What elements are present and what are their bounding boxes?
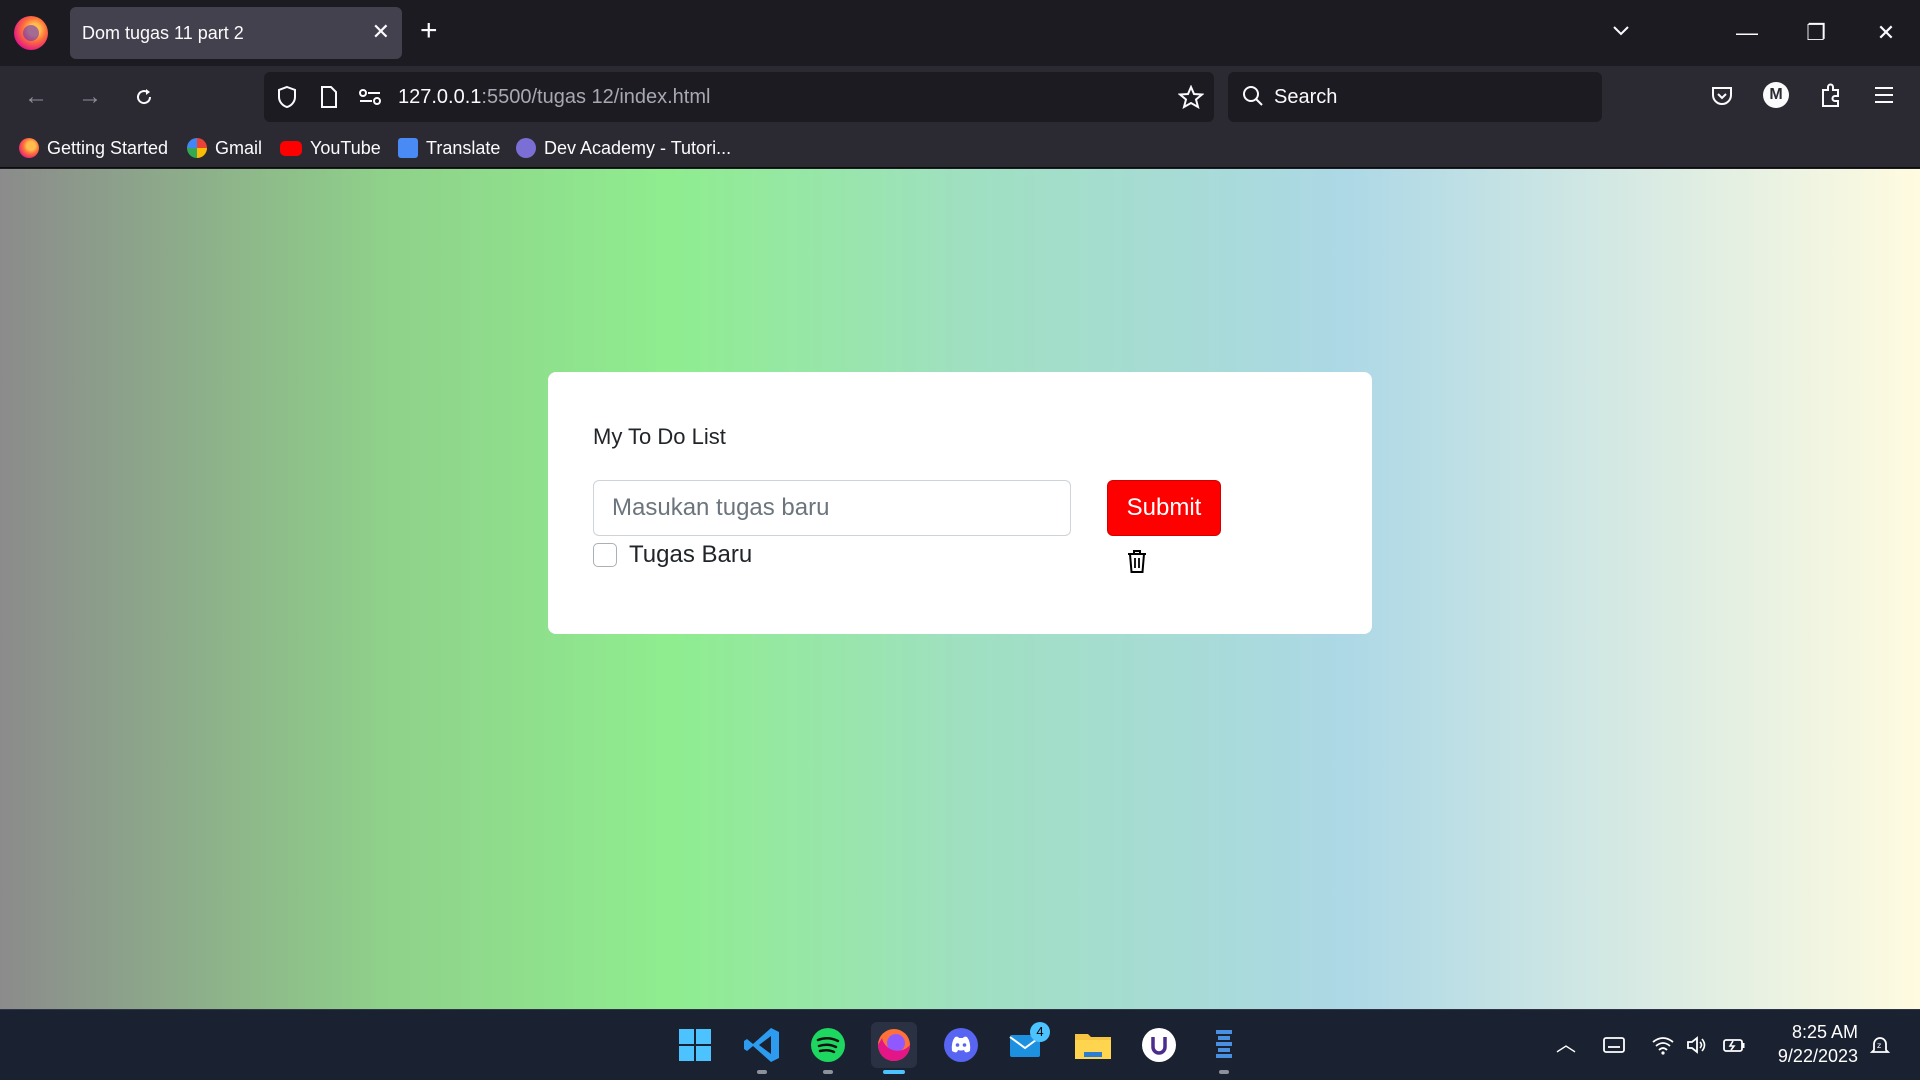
bookmark-translate[interactable]: Translate bbox=[398, 136, 500, 160]
youtube-icon bbox=[280, 140, 302, 156]
bookmark-label: Gmail bbox=[215, 137, 263, 158]
url-host: 127.0.0.1 bbox=[398, 86, 482, 108]
bookmark-label: Dev Academy - Tutori... bbox=[544, 137, 732, 158]
svg-text:z: z bbox=[1877, 1041, 1881, 1050]
chevron-up-icon[interactable]: ︿ bbox=[1554, 1034, 1578, 1056]
dev-academy-icon bbox=[516, 138, 536, 158]
forward-arrow-icon[interactable]: → bbox=[73, 80, 107, 114]
tab-close-icon[interactable]: ✕ bbox=[372, 19, 390, 45]
battery-icon[interactable] bbox=[1722, 1034, 1746, 1056]
reload-icon[interactable] bbox=[127, 80, 161, 114]
task-label: Tugas Baru bbox=[629, 541, 753, 568]
file-explorer-icon[interactable] bbox=[1070, 1022, 1116, 1068]
search-icon bbox=[1243, 86, 1263, 106]
chevron-down-icon[interactable] bbox=[1612, 22, 1630, 40]
account-avatar[interactable]: M bbox=[1763, 82, 1789, 108]
url-path: :5500/tugas 12/index.html bbox=[481, 86, 711, 108]
permissions-icon[interactable] bbox=[358, 87, 382, 107]
tab-active[interactable]: Dom tugas 11 part 2 ✕ bbox=[70, 7, 402, 59]
task-item: Tugas Baru bbox=[593, 539, 752, 571]
tab-title: Dom tugas 11 part 2 bbox=[82, 23, 244, 43]
extensions-icon[interactable] bbox=[1819, 82, 1843, 108]
spotify-icon[interactable] bbox=[805, 1022, 851, 1074]
bookmark-label: Translate bbox=[426, 137, 501, 158]
page-viewport: My To Do List Submit Tugas Baru bbox=[0, 169, 1920, 1009]
navigation-toolbar: ← → 127.0.0.1:5500/tugas 12/index.html S… bbox=[0, 66, 1920, 128]
bookmark-getting-started[interactable]: Getting Started bbox=[19, 136, 168, 160]
running-indicator bbox=[757, 1070, 767, 1074]
shield-icon[interactable] bbox=[276, 85, 298, 109]
clock-date: 9/22/2023 bbox=[1777, 1046, 1858, 1066]
minimize-button[interactable]: — bbox=[1732, 18, 1762, 48]
bookmark-gmail[interactable]: Gmail bbox=[187, 136, 262, 160]
pocket-icon[interactable] bbox=[1710, 84, 1734, 108]
search-placeholder: Search bbox=[1274, 86, 1338, 108]
bookmark-dev-academy[interactable]: Dev Academy - Tutori... bbox=[516, 136, 731, 160]
discord-icon[interactable] bbox=[938, 1022, 984, 1068]
address-bar[interactable]: 127.0.0.1:5500/tugas 12/index.html bbox=[264, 72, 1214, 122]
task-checkbox[interactable] bbox=[593, 543, 617, 567]
bookmark-label: Getting Started bbox=[47, 137, 169, 158]
trash-icon[interactable] bbox=[1125, 548, 1149, 574]
translate-icon bbox=[398, 138, 418, 158]
firefox-taskbar-icon[interactable] bbox=[871, 1022, 917, 1074]
page-icon[interactable] bbox=[320, 85, 338, 109]
page-title: My To Do List bbox=[593, 424, 726, 449]
active-indicator bbox=[883, 1070, 905, 1074]
keyboard-icon[interactable] bbox=[1602, 1034, 1626, 1056]
restore-button[interactable]: ❐ bbox=[1801, 18, 1831, 48]
bookmarks-toolbar: Getting Started Gmail YouTube Translate … bbox=[0, 128, 1920, 168]
vscode-icon[interactable] bbox=[739, 1022, 785, 1074]
menu-icon[interactable] bbox=[1873, 85, 1895, 105]
notification-bell-icon[interactable]: z bbox=[1868, 1034, 1892, 1056]
close-window-button[interactable]: ✕ bbox=[1871, 18, 1901, 48]
mail-icon[interactable]: 4 bbox=[1004, 1022, 1050, 1068]
google-icon bbox=[187, 138, 207, 158]
running-indicator bbox=[1219, 1070, 1229, 1074]
windows-start-icon[interactable] bbox=[672, 1022, 718, 1068]
new-tab-button[interactable]: + bbox=[420, 16, 438, 46]
tab-strip: Dom tugas 11 part 2 ✕ + — ❐ ✕ bbox=[0, 0, 1920, 66]
submit-button[interactable]: Submit bbox=[1107, 480, 1221, 536]
upwork-icon[interactable] bbox=[1136, 1022, 1182, 1068]
wifi-icon[interactable] bbox=[1651, 1034, 1675, 1056]
taskbar: 4 ︿ 8:25 AM 9/22/2023 z bbox=[0, 1009, 1920, 1080]
volume-icon[interactable] bbox=[1685, 1034, 1709, 1056]
search-bar[interactable]: Search bbox=[1228, 72, 1602, 122]
bookmark-label: YouTube bbox=[310, 137, 381, 158]
back-arrow-icon[interactable]: ← bbox=[19, 80, 53, 114]
mail-badge: 4 bbox=[1030, 1022, 1050, 1042]
clock[interactable]: 8:25 AM 9/22/2023 bbox=[1768, 1020, 1858, 1068]
task-input[interactable] bbox=[593, 480, 1071, 536]
url-text[interactable]: 127.0.0.1:5500/tugas 12/index.html bbox=[398, 86, 710, 109]
running-indicator bbox=[823, 1070, 833, 1074]
bookmark-star-icon[interactable] bbox=[1178, 85, 1204, 109]
firefox-icon[interactable] bbox=[14, 16, 48, 50]
todo-card: My To Do List Submit Tugas Baru bbox=[548, 372, 1372, 634]
clock-time: 8:25 AM bbox=[1791, 1022, 1858, 1042]
firefox-icon bbox=[19, 138, 39, 158]
app-icon[interactable] bbox=[1201, 1022, 1247, 1074]
bookmark-youtube[interactable]: YouTube bbox=[280, 136, 381, 160]
